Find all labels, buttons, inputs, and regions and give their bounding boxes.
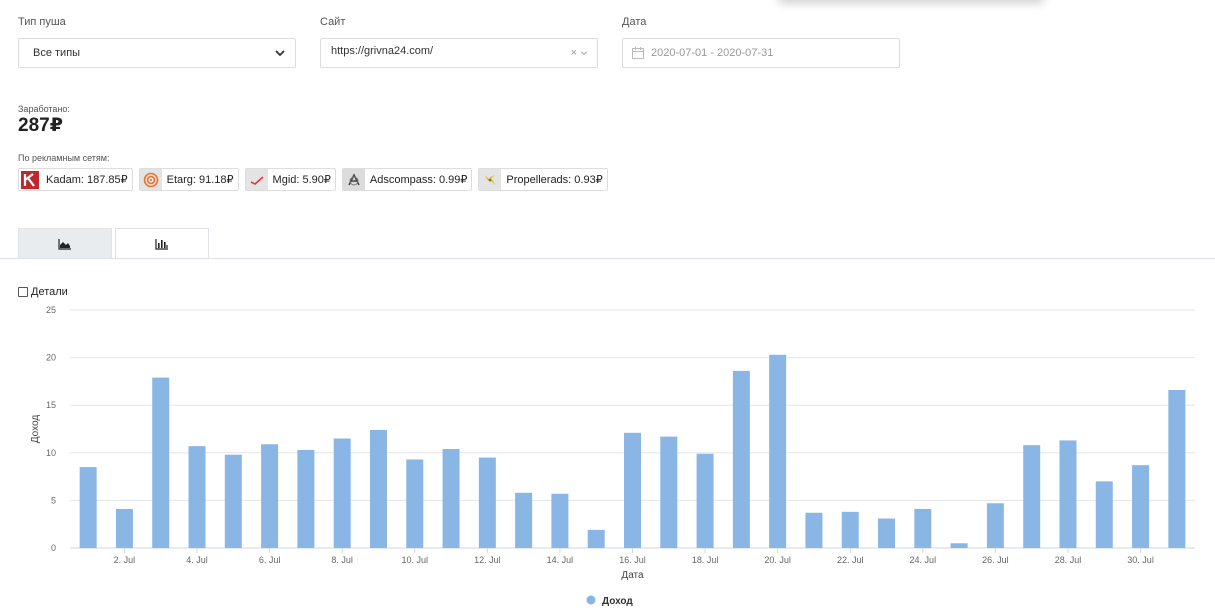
bar (115, 508, 133, 548)
bar (515, 492, 533, 548)
bar (369, 429, 387, 548)
bar (297, 449, 315, 548)
bar (624, 432, 641, 548)
bar (224, 454, 242, 548)
legend-marker (586, 595, 596, 605)
bar (551, 493, 569, 548)
bar (188, 446, 206, 548)
revenue-bar-chart: 0 5 10 15 20 25 2. Jul 4. Jul 6. Jul 8. Jul 10. Ju… (30, 305, 1195, 607)
x-tick-label: 22. Jul (837, 555, 864, 565)
y-tick-label: 5 (51, 495, 56, 505)
y-axis-title: Доход (30, 415, 41, 444)
bar (878, 518, 896, 548)
y-tick-label: 0 (51, 543, 56, 553)
bar (696, 453, 714, 548)
legend-label: Доход (602, 596, 633, 607)
x-tick-label: 6. Jul (259, 555, 281, 565)
bar (1059, 440, 1077, 548)
bar (769, 354, 787, 548)
bar (442, 448, 460, 548)
y-tick-label: 15 (46, 400, 56, 410)
bar (660, 436, 678, 548)
bar (1095, 481, 1113, 548)
x-tick-label: 26. Jul (982, 555, 1009, 565)
bar (1132, 465, 1150, 548)
x-tick-label: 18. Jul (692, 555, 719, 565)
bar (406, 459, 424, 548)
bar (79, 467, 97, 548)
x-tick-label: 4. Jul (186, 555, 208, 565)
x-tick-label: 16. Jul (619, 555, 646, 565)
x-tick-label: 12. Jul (474, 555, 501, 565)
bar (587, 529, 605, 548)
x-tick-label: 20. Jul (764, 555, 791, 565)
bar (841, 511, 859, 548)
bar (1023, 445, 1041, 548)
bar (986, 503, 1004, 548)
y-tick-label: 20 (46, 353, 56, 363)
bar (152, 377, 170, 548)
y-tick-label: 25 (46, 305, 56, 315)
x-tick-label: 8. Jul (331, 555, 353, 565)
x-tick-label: 28. Jul (1055, 555, 1082, 565)
bar (805, 512, 823, 548)
x-tick-label: 14. Jul (547, 555, 574, 565)
bar (914, 508, 932, 548)
bar (1168, 389, 1186, 548)
x-tick-label: 30. Jul (1127, 555, 1154, 565)
x-tick-label: 10. Jul (401, 555, 428, 565)
x-axis-title: Дата (621, 570, 644, 581)
bar (478, 457, 496, 548)
x-tick-label: 2. Jul (114, 555, 136, 565)
bar (950, 543, 968, 548)
bar (333, 438, 351, 548)
y-tick-label: 10 (46, 448, 56, 458)
x-tick-label: 24. Jul (910, 555, 937, 565)
bar (732, 370, 750, 548)
bar (261, 444, 279, 548)
